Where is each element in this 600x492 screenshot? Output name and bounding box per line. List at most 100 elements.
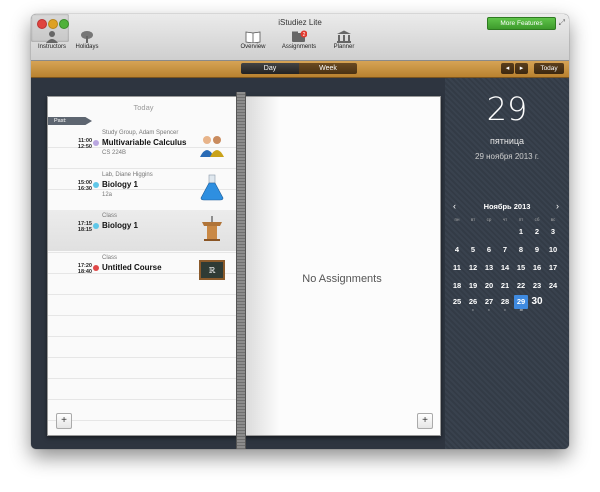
week-view-tab[interactable]: Week xyxy=(299,63,357,74)
toolbar-label: Overview xyxy=(240,44,266,50)
event-title: Untitled Course xyxy=(102,263,162,272)
calendar-day[interactable]: 6 xyxy=(482,243,496,257)
weekday-header: пн xyxy=(454,217,460,222)
current-full-date: 29 ноября 2013 г. xyxy=(475,152,539,161)
event-end: 12:50 xyxy=(77,144,92,150)
calendar-day[interactable]: 25 xyxy=(450,295,464,309)
calendar-day[interactable]: 10 xyxy=(546,243,560,257)
calendar-day[interactable]: 21 xyxy=(498,279,512,293)
toolbar: iStudiez Lite More Features ⤢ Instructor… xyxy=(31,14,569,61)
calendar-day[interactable]: 18 xyxy=(450,279,464,293)
calendar-day[interactable]: 30 xyxy=(530,295,544,309)
weekday-header: ср xyxy=(486,217,492,222)
toolbar-label: Holidays xyxy=(75,44,99,50)
event-room: CS 224B xyxy=(102,150,127,156)
calendar-day[interactable]: 5 xyxy=(466,243,480,257)
weekday-header: пт xyxy=(518,217,524,222)
calendar-day[interactable]: 1 xyxy=(514,225,528,239)
folder-icon: 2 xyxy=(292,30,307,42)
toolbar-label: Planner xyxy=(333,44,355,50)
calendar-day[interactable]: 7 xyxy=(498,243,512,257)
event-title: Biology 1 xyxy=(102,180,139,189)
event-type: Lab, Diane Higgins xyxy=(102,172,153,178)
calendar-day[interactable]: 19 xyxy=(466,279,480,293)
assignments-page: No Assignments + xyxy=(243,96,441,436)
event-end: 18:15 xyxy=(77,227,92,233)
calendar-day[interactable]: 16 xyxy=(530,261,544,275)
toolbar-instructors[interactable]: Instructors xyxy=(33,30,71,50)
weekday-header: вт xyxy=(470,217,476,222)
weekday-header: сб xyxy=(534,217,540,222)
event-title: Multivariable Calculus xyxy=(102,138,187,147)
event-end: 18:40 xyxy=(77,269,92,275)
event-item-selected[interactable]: 17:15 18:15 Class Biology 1 xyxy=(48,210,239,251)
weekday-header: чт xyxy=(502,217,508,222)
previous-arrow-icon[interactable]: ◂ xyxy=(501,63,514,74)
calendar-day[interactable]: 27 xyxy=(482,295,496,317)
calendar-day[interactable]: 3 xyxy=(546,225,560,239)
event-type: Class xyxy=(102,213,118,219)
toolbar-holidays[interactable]: Holidays xyxy=(71,30,103,50)
calendar-day[interactable]: 23 xyxy=(530,279,544,293)
today-button[interactable]: Today xyxy=(534,63,564,74)
event-item[interactable]: 11:00 12:50 Study Group, Adam Spencer Mu… xyxy=(48,127,239,168)
next-arrow-icon[interactable]: ▸ xyxy=(515,63,528,74)
event-item[interactable]: 17:20 18:40 Class Untitled Course ℝ xyxy=(48,252,239,293)
calendar-day[interactable]: 22 xyxy=(514,279,528,293)
add-assignment-button[interactable]: + xyxy=(417,413,433,429)
calendar-header: ‹ Ноябрь 2013 › xyxy=(445,201,569,211)
calendar-day[interactable]: 8 xyxy=(514,243,528,257)
flask-icon xyxy=(200,174,224,201)
calendar-day[interactable]: 24 xyxy=(546,279,560,293)
day-page: Today Past: 11:00 12:50 Study Group, Ada… xyxy=(47,96,240,436)
current-weekday: пятница xyxy=(489,136,525,146)
person-icon xyxy=(46,31,58,43)
event-color-dot xyxy=(93,182,99,188)
calendar-month: Ноябрь 2013 xyxy=(483,202,531,211)
event-color-dot xyxy=(93,223,99,229)
next-month-icon[interactable]: › xyxy=(556,201,559,211)
event-end: 16:30 xyxy=(77,186,92,192)
podium-icon xyxy=(202,216,222,241)
calendar-day[interactable]: 4 xyxy=(450,243,464,257)
calendar-day[interactable]: 14 xyxy=(498,261,512,275)
calendar-day[interactable]: 9 xyxy=(530,243,544,257)
calendar-day[interactable]: 11 xyxy=(450,261,464,275)
fullscreen-icon[interactable]: ⤢ xyxy=(559,18,565,28)
event-type: Study Group, Adam Spencer xyxy=(102,130,179,136)
toolbar-overview[interactable]: Overview xyxy=(234,30,272,50)
calendar-day[interactable]: 2 xyxy=(530,225,544,239)
more-features-button[interactable]: More Features xyxy=(487,17,556,30)
chalkboard-icon: ℝ xyxy=(199,260,225,280)
day-page-title: Today xyxy=(133,103,154,112)
calendar-day[interactable]: 28 xyxy=(498,295,512,317)
palm-tree-icon xyxy=(81,31,93,43)
toolbar-assignments[interactable]: 2 Assignments xyxy=(277,30,321,50)
open-book-icon xyxy=(245,31,261,43)
calendar-day[interactable]: 15 xyxy=(514,261,528,275)
view-bar: Day Week ◂ ▸ Today xyxy=(31,61,569,78)
assignments-badge: 2 xyxy=(303,32,306,38)
calendar-day[interactable]: 29 xyxy=(514,295,528,317)
bookmark-ribbon xyxy=(236,92,246,449)
calendar-panel: 29 пятница 29 ноября 2013 г. ‹ Ноябрь 20… xyxy=(445,78,569,449)
day-view-tab[interactable]: Day xyxy=(241,63,299,74)
event-title: Biology 1 xyxy=(102,221,139,230)
calendar-day[interactable]: 13 xyxy=(482,261,496,275)
event-room: 12a xyxy=(102,192,113,198)
toolbar-label: Instructors xyxy=(37,44,66,50)
svg-text:ℝ: ℝ xyxy=(209,266,216,275)
app-window: iStudiez Lite More Features ⤢ Instructor… xyxy=(31,14,569,449)
add-event-button[interactable]: + xyxy=(56,413,72,429)
event-color-dot xyxy=(93,140,99,146)
calendar-day[interactable]: 20 xyxy=(482,279,496,293)
no-assignments-text: No Assignments xyxy=(302,273,382,285)
event-color-dot xyxy=(93,265,99,271)
toolbar-label: Assignments xyxy=(281,44,317,50)
event-item[interactable]: 15:00 16:30 Lab, Diane Higgins Biology 1… xyxy=(48,169,239,210)
calendar-day[interactable]: 12 xyxy=(466,261,480,275)
calendar-day[interactable]: 26 xyxy=(466,295,480,317)
calendar-day[interactable]: 17 xyxy=(546,261,560,275)
toolbar-planner[interactable]: Planner xyxy=(327,30,361,50)
past-tag: Past: xyxy=(48,117,92,125)
